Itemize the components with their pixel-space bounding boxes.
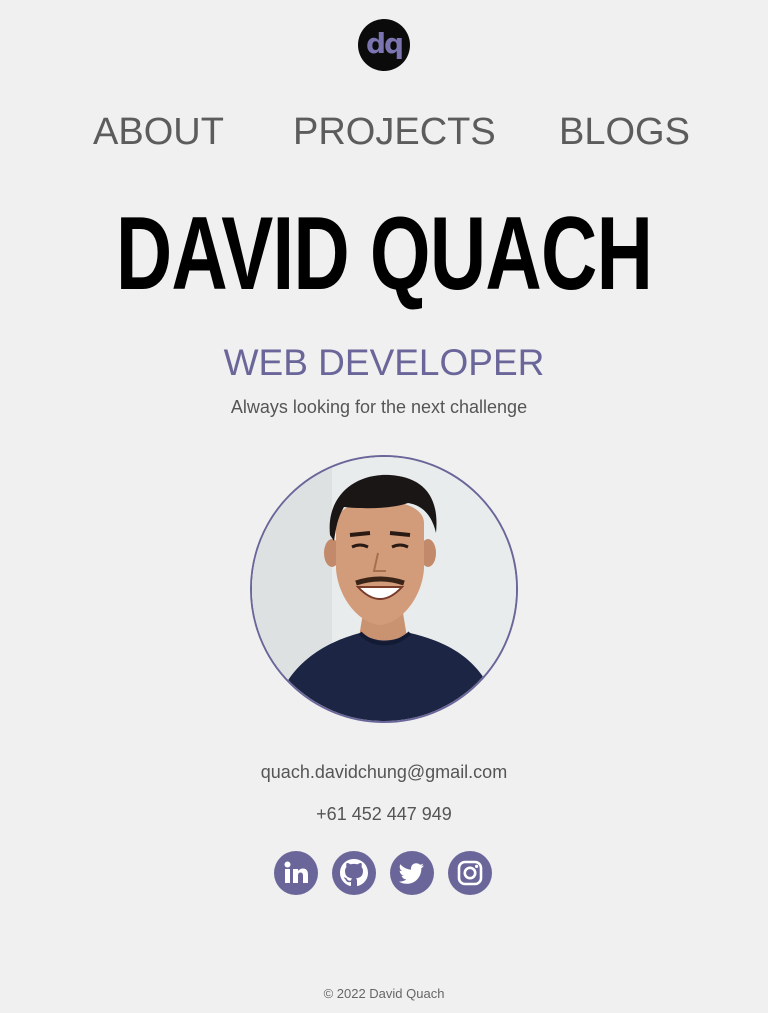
page-title: DAVID QUACH — [115, 196, 653, 312]
contact-phone[interactable]: +61 452 447 949 — [0, 802, 768, 826]
tagline: Always looking for the next challenge — [230, 397, 528, 417]
instagram-icon[interactable] — [448, 851, 492, 895]
contact-email[interactable]: quach.davidchung@gmail.com — [0, 760, 768, 784]
footer-copyright: © 2022 David Quach — [323, 986, 445, 1001]
twitter-icon[interactable] — [390, 851, 434, 895]
avatar — [250, 455, 518, 723]
profile-photo — [252, 457, 516, 721]
nav-blogs-link[interactable]: BLOGS — [559, 110, 690, 154]
social-links — [274, 851, 492, 895]
logo-text: dq — [365, 26, 404, 60]
nav-about-link[interactable]: ABOUT — [93, 110, 224, 154]
linkedin-icon[interactable] — [274, 851, 318, 895]
job-title: WEB DEVELOPER — [223, 342, 545, 383]
site-logo[interactable]: dq — [358, 19, 410, 71]
github-icon[interactable] — [332, 851, 376, 895]
nav-projects-link[interactable]: PROJECTS — [293, 110, 496, 154]
